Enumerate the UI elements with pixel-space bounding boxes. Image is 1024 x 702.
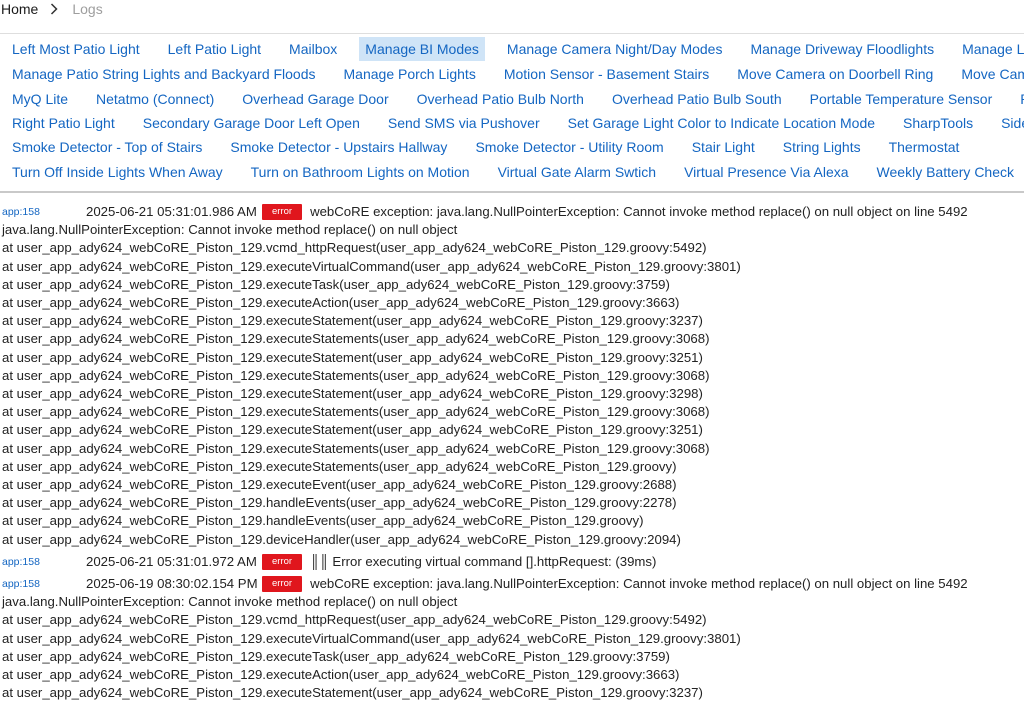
nav-app-link[interactable]: Manage Landscape: [956, 37, 1024, 61]
log-timestamp: 2025-06-19 08:30:02.154 PM: [86, 576, 258, 592]
log-message: webCoRE exception: java.lang.NullPointer…: [310, 576, 968, 592]
stack-trace-line: java.lang.NullPointerException: Cannot i…: [2, 594, 458, 610]
nav-row: Right Patio Light Secondary Garage Door L…: [0, 111, 1024, 135]
nav-app-link[interactable]: Virtual Gate Alarm Swtich: [492, 160, 672, 184]
stack-trace-line: at user_app_ady624_webCoRE_Piston_129.ex…: [2, 458, 677, 474]
log-timestamp: 2025-06-21 05:31:01.972 AM: [86, 553, 257, 569]
stack-trace-line: at user_app_ady624_webCoRE_Piston_129.ex…: [2, 386, 703, 402]
nav-app-link[interactable]: Side Gate: [995, 111, 1024, 135]
nav-app-link[interactable]: MyQ Lite: [6, 87, 84, 111]
stack-trace-line: at user_app_ady624_webCoRE_Piston_129.ex…: [2, 367, 710, 383]
stack-trace-line: at user_app_ady624_webCoRE_Piston_129.ex…: [2, 349, 703, 365]
log-list: app:158 2025-06-21 05:31:01.986 AM error we…: [0, 203, 1024, 702]
stack-trace-line: at user_app_ady624_webCoRE_Piston_129.ex…: [2, 630, 741, 646]
nav-app-link[interactable]: Manage Camera Night/Day Modes: [501, 37, 739, 61]
stack-trace-line: java.lang.NullPointerException: Cannot i…: [2, 222, 458, 238]
breadcrumb-current: Logs: [72, 1, 103, 17]
breadcrumb: Home Logs: [0, 0, 103, 18]
stack-trace-line: at user_app_ady624_webCoRE_Piston_129.ex…: [2, 331, 710, 347]
nav-app-link[interactable]: Turn Off Inside Lights When Away: [6, 160, 239, 184]
log-timestamp: 2025-06-21 05:31:01.986 AM: [86, 204, 257, 219]
nav-app-link[interactable]: Overhead Garage Door: [236, 87, 404, 111]
nav-app-link[interactable]: Portable Temperature Sensor: [804, 87, 1009, 111]
chevron-right-icon: [50, 3, 58, 15]
nav-app-link[interactable]: Move Camera on Doorbell Ring: [731, 62, 949, 86]
stack-trace-line: at user_app_ady624_webCoRE_Piston_129.ha…: [2, 495, 677, 511]
nav-app-link[interactable]: Send SMS via Pushover: [382, 111, 556, 135]
stack-trace-line: at user_app_ady624_webCoRE_Piston_129.ex…: [2, 276, 670, 292]
nav-app-link[interactable]: String Lights: [777, 135, 877, 159]
nav-app-link[interactable]: Turn on Bathroom Lights on Motion: [245, 160, 486, 184]
log-level-badge: error: [262, 576, 303, 593]
nav-app-link[interactable]: Weekly Battery Check: [871, 160, 1024, 184]
nav-row: Turn Off Inside Lights When Away Turn on …: [0, 160, 1024, 184]
log-entry-header: app:158 2025-06-19 08:30:02.154 PM error we…: [0, 575, 1024, 593]
nav-app-link[interactable]: Smoke Detector - Top of Stairs: [6, 135, 218, 159]
log-message: ║║ Error executing virtual command [].ht…: [310, 553, 657, 569]
nav-app-link[interactable]: Manage Porch Lights: [338, 62, 492, 86]
breadcrumb-home[interactable]: Home: [0, 1, 38, 17]
app-filter-nav: Left Most Patio Light Left Patio Light Mai…: [0, 33, 1024, 193]
nav-app-link[interactable]: Right Patio Light: [6, 111, 131, 135]
nav-app-link[interactable]: Manage BI Modes: [359, 37, 485, 61]
nav-app-link[interactable]: Virtual Presence Via Alexa: [678, 160, 864, 184]
nav-app-link[interactable]: Manage Patio String Lights and Backyard …: [6, 62, 332, 86]
stack-trace-line: at user_app_ady624_webCoRE_Piston_129.ex…: [2, 648, 670, 664]
nav-app-link[interactable]: Move Camera on Gate: [955, 62, 1024, 86]
nav-app-link[interactable]: Refrigerator: [1014, 87, 1024, 111]
log-entry-header: app:158 2025-06-21 05:31:01.972 AM error ║║…: [0, 553, 1024, 571]
nav-app-link[interactable]: SharpTools: [897, 111, 989, 135]
stack-trace-line: at user_app_ady624_webCoRE_Piston_129.ex…: [2, 404, 710, 420]
stack-trace-line: at user_app_ady624_webCoRE_Piston_129.ex…: [2, 258, 741, 274]
log-level-badge: error: [262, 204, 303, 221]
stack-trace-line: at user_app_ady624_webCoRE_Piston_129.vc…: [2, 240, 707, 256]
log-entry-header: app:158 2025-06-21 05:31:01.986 AM error we…: [0, 203, 1024, 221]
stack-trace-line: at user_app_ady624_webCoRE_Piston_129.ex…: [2, 440, 710, 456]
log-level-badge: error: [262, 553, 303, 570]
nav-app-link[interactable]: Smoke Detector - Utility Room: [469, 135, 679, 159]
nav-app-link[interactable]: Overhead Patio Bulb South: [606, 87, 798, 111]
stack-trace-line: at user_app_ady624_webCoRE_Piston_129.ha…: [2, 513, 644, 529]
stack-trace-line: at user_app_ady624_webCoRE_Piston_129.ex…: [2, 422, 703, 438]
log-app-link[interactable]: app:158: [0, 203, 86, 221]
nav-row: Manage Patio String Lights and Backyard …: [0, 62, 1024, 86]
nav-row: Smoke Detector - Top of Stairs Smoke Dete…: [0, 135, 975, 159]
stack-trace-line: at user_app_ady624_webCoRE_Piston_129.ex…: [2, 295, 680, 310]
nav-app-link[interactable]: Left Most Patio Light: [6, 37, 156, 61]
log-app-link[interactable]: app:158: [0, 575, 86, 593]
nav-app-link[interactable]: Netatmo (Connect): [90, 87, 230, 111]
nav-app-link[interactable]: Secondary Garage Door Left Open: [137, 111, 376, 135]
nav-app-link[interactable]: Mailbox: [283, 37, 353, 61]
stack-trace-line: at user_app_ady624_webCoRE_Piston_129.ex…: [2, 685, 703, 701]
stack-trace-line: at user_app_ady624_webCoRE_Piston_129.ex…: [2, 667, 680, 683]
nav-app-link[interactable]: Set Garage Light Color to Indicate Locat…: [562, 111, 891, 135]
stack-trace-line: at user_app_ady624_webCoRE_Piston_129.de…: [2, 531, 681, 547]
nav-app-link[interactable]: Stair Light: [686, 135, 771, 159]
nav-row: Left Most Patio Light Left Patio Light Mai…: [0, 37, 1024, 61]
nav-app-link[interactable]: Thermostat: [883, 135, 976, 159]
log-app-link[interactable]: app:158: [0, 553, 86, 571]
nav-row: MyQ Lite Netatmo (Connect) Overhead Garage…: [0, 87, 1024, 111]
stack-trace-line: at user_app_ady624_webCoRE_Piston_129.vc…: [2, 612, 707, 628]
log-message: webCoRE exception: java.lang.NullPointer…: [310, 204, 968, 219]
stack-trace-line: at user_app_ady624_webCoRE_Piston_129.ex…: [2, 313, 703, 329]
nav-app-link[interactable]: Manage Driveway Floodlights: [744, 37, 950, 61]
nav-app-link[interactable]: Smoke Detector - Upstairs Hallway: [224, 135, 463, 159]
stack-trace-line: at user_app_ady624_webCoRE_Piston_129.ex…: [2, 477, 677, 493]
nav-app-link[interactable]: Overhead Patio Bulb North: [411, 87, 600, 111]
nav-app-link[interactable]: Left Patio Light: [162, 37, 277, 61]
nav-app-link[interactable]: Motion Sensor - Basement Stairs: [498, 62, 725, 86]
